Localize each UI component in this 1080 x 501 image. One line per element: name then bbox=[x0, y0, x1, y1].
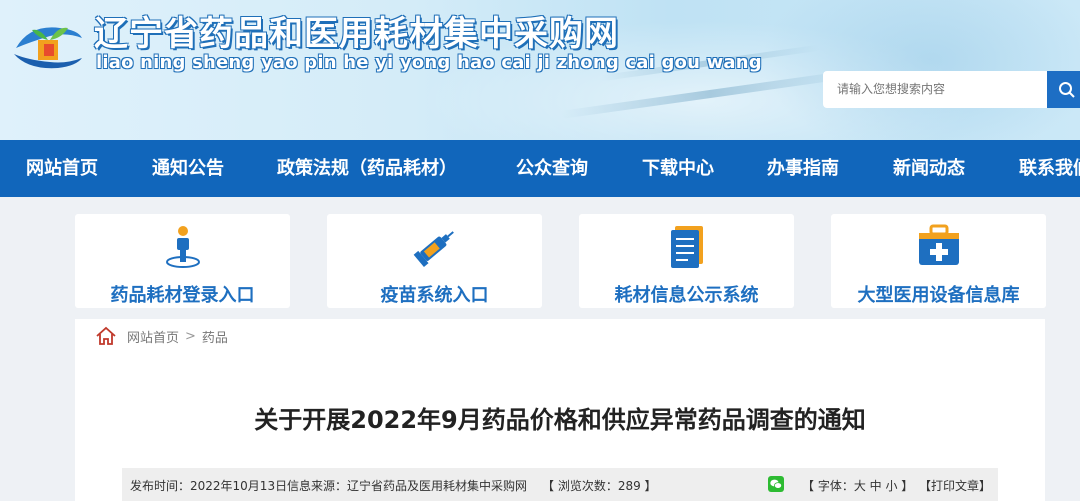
article-title: 关于开展2022年9月药品价格和供应异常药品调查的通知 bbox=[254, 406, 866, 434]
site-logo[interactable] bbox=[10, 14, 86, 74]
search-icon bbox=[1059, 81, 1075, 98]
search-button[interactable] bbox=[1047, 71, 1080, 108]
nav-item-news[interactable]: 新闻动态 bbox=[893, 140, 965, 197]
site-title-pinyin: liao ning sheng yao pin he yi yong hao c… bbox=[96, 52, 762, 73]
entry-equipment-db[interactable]: 大型医用设备信息库 bbox=[831, 214, 1046, 308]
nav-item-notices[interactable]: 通知公告 bbox=[152, 140, 224, 197]
search-input[interactable] bbox=[823, 71, 1048, 108]
breadcrumb-home-link[interactable]: 网站首页 bbox=[127, 327, 179, 346]
main-nav: 网站首页 通知公告 政策法规（药品耗材） 公众查询 下载中心 办事指南 新闻动态… bbox=[0, 140, 1080, 197]
article-meta-bar: 发布时间：2022年10月13日 信息来源：辽宁省药品及医用耗材集中采购网 【 … bbox=[122, 468, 998, 501]
breadcrumb: 网站首页 > 药品 bbox=[95, 325, 228, 347]
view-count: 【 浏览次数：289 】 bbox=[542, 479, 657, 493]
entry-label: 耗材信息公示系统 bbox=[614, 285, 759, 306]
entry-vaccine-system[interactable]: 疫苗系统入口 bbox=[327, 214, 542, 308]
medical-kit-icon bbox=[918, 224, 959, 265]
syringe-icon bbox=[413, 231, 454, 268]
person-login-icon bbox=[165, 226, 200, 268]
font-size-controls[interactable]: 【 字体：大 中 小 】 bbox=[802, 477, 913, 494]
document-list-icon bbox=[670, 226, 703, 268]
breadcrumb-separator: > bbox=[185, 328, 196, 344]
nav-item-public-query[interactable]: 公众查询 bbox=[516, 140, 588, 197]
print-article-link[interactable]: 【打印文章】 bbox=[919, 477, 991, 494]
entry-label: 大型医用设备信息库 bbox=[857, 285, 1020, 306]
nav-item-downloads[interactable]: 下载中心 bbox=[642, 140, 714, 197]
nav-item-guide[interactable]: 办事指南 bbox=[767, 140, 839, 197]
publish-date: 发布时间：2022年10月13日 bbox=[130, 479, 288, 493]
entry-drug-login[interactable]: 药品耗材登录入口 bbox=[75, 214, 290, 308]
entry-label: 疫苗系统入口 bbox=[380, 285, 489, 306]
nav-item-policies[interactable]: 政策法规（药品耗材） bbox=[277, 140, 457, 197]
leaf-cube-logo-icon bbox=[14, 27, 82, 69]
entry-supply-info[interactable]: 耗材信息公示系统 bbox=[579, 214, 794, 308]
nav-item-home[interactable]: 网站首页 bbox=[26, 140, 98, 197]
home-icon[interactable] bbox=[95, 326, 117, 346]
nav-item-contact[interactable]: 联系我们 bbox=[1019, 140, 1080, 197]
entry-label: 药品耗材登录入口 bbox=[110, 285, 255, 306]
breadcrumb-current[interactable]: 药品 bbox=[202, 327, 228, 346]
site-title: 辽宁省药品和医用耗材集中采购网 bbox=[94, 14, 619, 54]
info-source: 信息来源：辽宁省药品及医用耗材集中采购网 bbox=[287, 479, 528, 493]
wechat-share-icon[interactable] bbox=[768, 476, 784, 492]
